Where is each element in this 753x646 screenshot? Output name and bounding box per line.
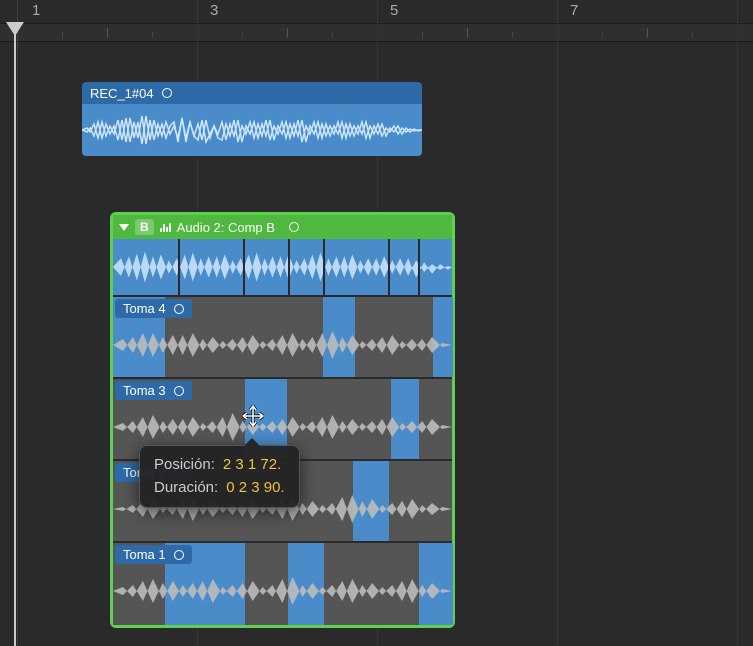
take-waveform[interactable] [113, 567, 452, 615]
tooltip-position-value: 2 3 1 72. [223, 454, 281, 477]
loop-icon [174, 386, 184, 396]
take-folder-header[interactable]: B Audio 2: Comp B [113, 215, 452, 239]
comp-track[interactable] [113, 239, 452, 297]
take-label[interactable]: Toma 1 [115, 545, 192, 564]
take-waveform[interactable] [113, 403, 452, 451]
take-name: Toma 1 [123, 547, 166, 562]
ruler-mark: 3 [210, 2, 218, 19]
clip-name: REC_1#04 [90, 86, 154, 101]
take-name: Toma 3 [123, 383, 166, 398]
loop-icon [174, 304, 184, 314]
comp-badge[interactable]: B [135, 219, 154, 235]
grid-line [17, 0, 18, 646]
take-label[interactable]: Toma 4 [115, 299, 192, 318]
loop-icon [174, 550, 184, 560]
ruler-mark: 1 [32, 2, 40, 19]
playhead[interactable] [14, 22, 16, 646]
ruler-mark: 5 [390, 2, 398, 19]
position-tooltip: Posición: 2 3 1 72. Duración: 0 2 3 90. [139, 445, 300, 508]
tooltip-duration-label: Duración: [154, 477, 218, 500]
ruler-mark: 7 [570, 2, 578, 19]
take-folder-title: Audio 2: Comp B [177, 220, 275, 235]
clip-waveform[interactable] [82, 104, 422, 156]
take-label[interactable]: Toma 3 [115, 381, 192, 400]
loop-icon [289, 222, 299, 232]
take-lane[interactable]: Toma 4 [113, 297, 452, 379]
tooltip-duration-value: 0 2 3 90. [226, 477, 284, 500]
take-waveform[interactable] [113, 321, 452, 369]
tooltip-position-label: Posición: [154, 454, 215, 477]
take-name: Toma 4 [123, 301, 166, 316]
loop-icon [162, 88, 172, 98]
disclosure-triangle-icon[interactable] [119, 224, 129, 231]
grid-line [737, 0, 738, 646]
take-lane[interactable]: Toma 1 [113, 543, 452, 625]
audio-clip-main[interactable]: REC_1#04 [82, 82, 422, 156]
flex-icon[interactable] [160, 223, 171, 232]
grid-line [557, 0, 558, 646]
clip-header[interactable]: REC_1#04 [82, 82, 422, 104]
take-folder[interactable]: B Audio 2: Comp B Toma 4 [110, 212, 455, 628]
